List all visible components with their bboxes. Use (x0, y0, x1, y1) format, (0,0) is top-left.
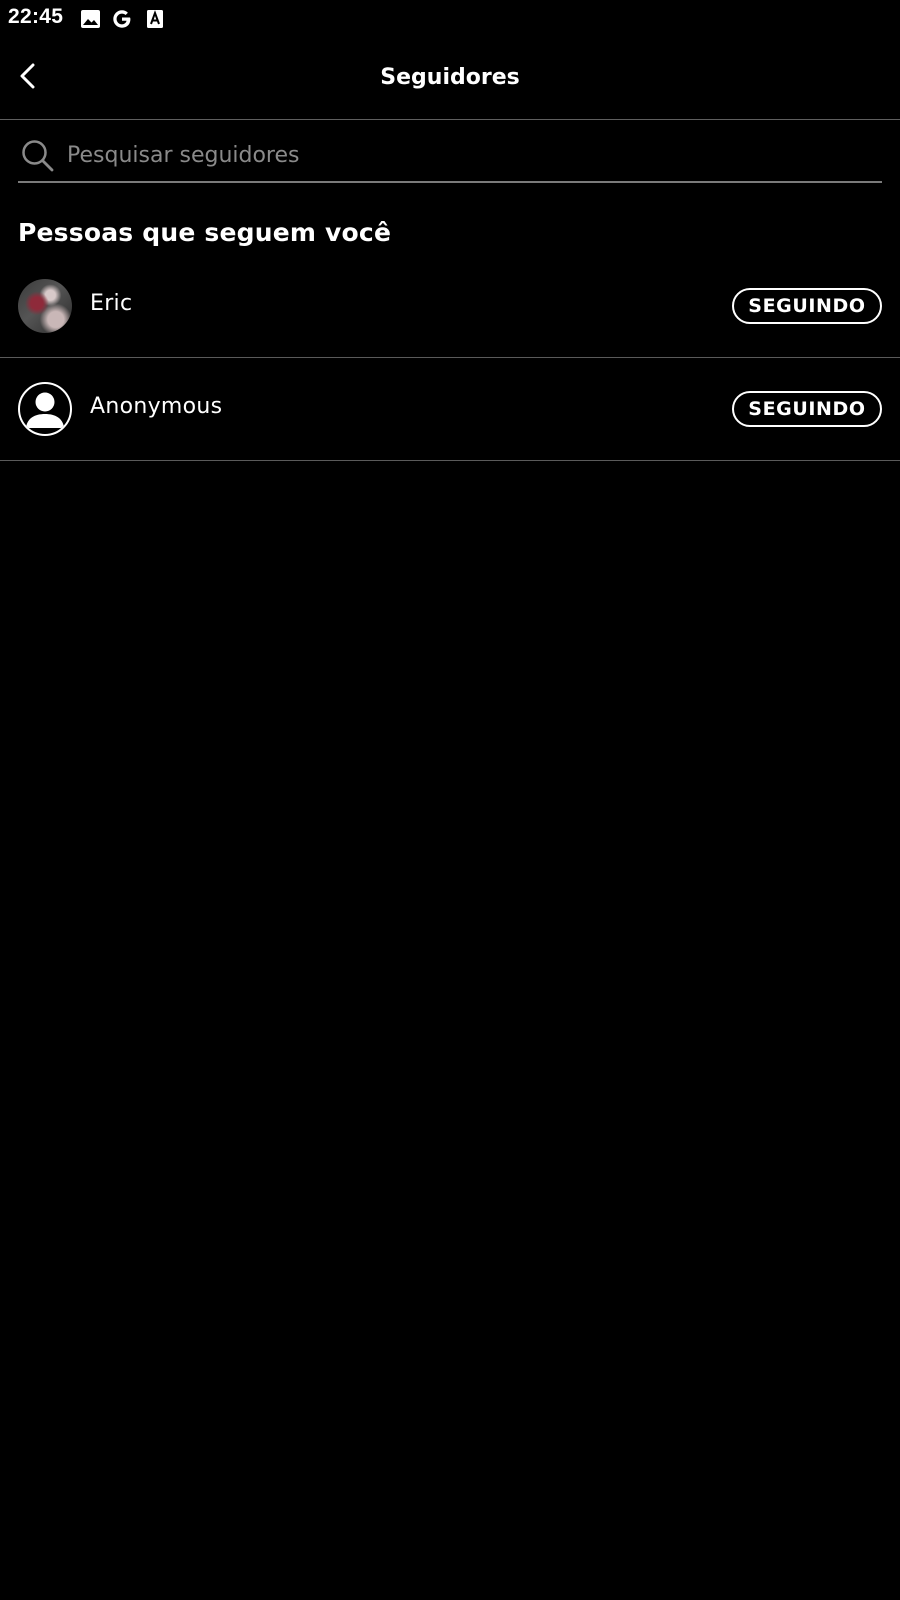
search-input[interactable] (67, 135, 882, 176)
following-button[interactable]: SEGUINDO (732, 288, 882, 324)
search-bar[interactable] (18, 130, 882, 183)
follower-list: Eric SEGUINDO Anonymous SEGUINDO (0, 255, 900, 461)
status-bar: 22:45 (0, 0, 900, 40)
app-header: Seguidores (0, 40, 900, 120)
image-icon (80, 8, 102, 30)
font-a-icon (145, 8, 167, 30)
page-title: Seguidores (380, 65, 520, 90)
avatar[interactable] (18, 279, 72, 333)
avatar[interactable] (18, 382, 72, 436)
follower-name[interactable]: Eric (90, 291, 132, 316)
follower-row[interactable]: Eric SEGUINDO (0, 255, 900, 358)
section-heading: Pessoas que seguem você (18, 218, 392, 247)
search-icon (20, 138, 56, 174)
follower-row[interactable]: Anonymous SEGUINDO (0, 358, 900, 461)
default-user-icon (20, 384, 70, 434)
status-time: 22:45 (8, 5, 64, 28)
google-icon (111, 8, 133, 30)
following-button[interactable]: SEGUINDO (732, 391, 882, 427)
follower-name[interactable]: Anonymous (90, 394, 222, 419)
